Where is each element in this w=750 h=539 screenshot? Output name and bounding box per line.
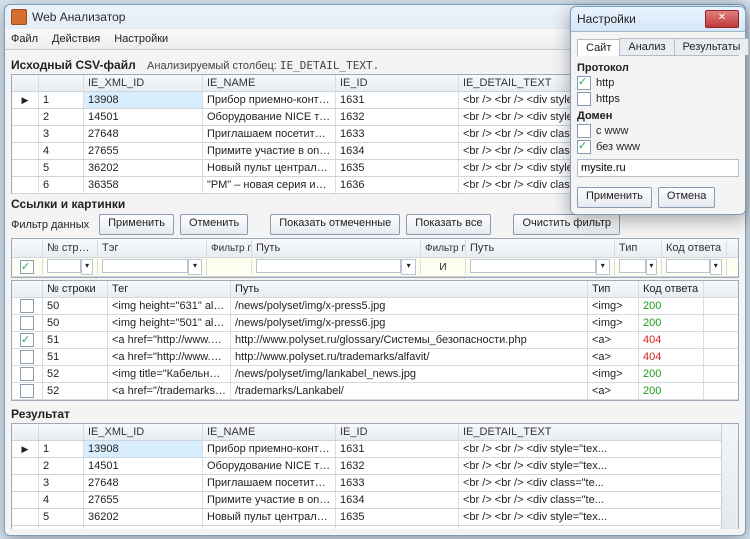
links-toolbar: Фильтр данных Применить Отменить Показат… xyxy=(11,214,739,235)
clear-filter-button[interactable]: Очистить фильтр xyxy=(513,214,620,235)
table-row[interactable]: 51<a href="http://www.polyset...http://w… xyxy=(12,332,738,349)
row-checkbox[interactable] xyxy=(20,316,34,330)
filter-label: Фильтр данных xyxy=(11,219,89,231)
http-checkbox[interactable] xyxy=(577,76,591,90)
table-row[interactable]: 427655Примите участие в online-...1634<b… xyxy=(12,492,738,509)
row-checkbox[interactable] xyxy=(20,333,34,347)
dialog-titlebar[interactable]: Настройки ✕ xyxy=(571,7,745,32)
row-checkbox[interactable] xyxy=(20,367,34,381)
table-row[interactable]: ▶113908Прибор приемно-контрол...1631<br … xyxy=(12,441,738,458)
filter-check-all[interactable] xyxy=(20,260,34,274)
show-marked-button[interactable]: Показать отмеченные xyxy=(270,214,400,235)
https-checkbox[interactable] xyxy=(577,92,591,106)
row-checkbox[interactable] xyxy=(20,384,34,398)
table-row[interactable]: 52<img title="Кабельная про.../news/poly… xyxy=(12,366,738,383)
scrollbar[interactable] xyxy=(721,424,738,529)
protocol-label: Протокол xyxy=(577,62,739,74)
col-ie-id[interactable]: IE_ID xyxy=(336,75,459,91)
links-filter-grid[interactable]: № строки Тэг Фильтр пути Путь Фильтр пут… xyxy=(11,238,739,278)
dialog-cancel-button[interactable]: Отмена xyxy=(658,187,715,208)
row-checkbox[interactable] xyxy=(20,299,34,313)
result-grid[interactable]: IE_XML_ID IE_NAME IE_ID IE_DETAIL_TEXT ▶… xyxy=(11,423,739,529)
cancel-filter-button[interactable]: Отменить xyxy=(180,214,248,235)
tab-analysis[interactable]: Анализ xyxy=(619,38,674,55)
filter-path2-input[interactable] xyxy=(470,259,596,273)
without-www-checkbox[interactable] xyxy=(577,140,591,154)
col-ie-xml-id[interactable]: IE_XML_ID xyxy=(84,75,203,91)
col-ie-name[interactable]: IE_NAME xyxy=(203,75,336,91)
domain-label: Домен xyxy=(577,110,739,122)
filter-row[interactable]: ▾ ▾ ▾ И ▾ ▾ ▾ xyxy=(12,258,738,277)
tab-results[interactable]: Результаты xyxy=(674,38,750,55)
table-row[interactable]: 50<img height="501" alt="Ко.../news/poly… xyxy=(12,315,738,332)
result-title: Результат xyxy=(11,407,739,421)
filter-path1-input[interactable] xyxy=(256,259,401,273)
table-row[interactable]: 51<a href="http://www.polyset...http://w… xyxy=(12,349,738,366)
table-row[interactable]: 536202Новый пульт централизов...1635<br … xyxy=(12,509,738,526)
table-row[interactable]: 52<a href="/trademarks/Lank.../trademark… xyxy=(12,383,738,400)
dialog-apply-button[interactable]: Применить xyxy=(577,187,652,208)
dialog-close-button[interactable]: ✕ xyxy=(705,10,739,28)
menu-file[interactable]: Файл xyxy=(11,33,38,45)
row-checkbox[interactable] xyxy=(20,350,34,364)
app-title: Web Анализатор xyxy=(32,10,651,24)
dropdown-icon[interactable]: ▾ xyxy=(81,259,93,275)
apply-filter-button[interactable]: Применить xyxy=(99,214,174,235)
links-grid[interactable]: № строки Тег Путь Тип Код ответа 50<img … xyxy=(11,280,739,401)
filter-type-input[interactable] xyxy=(619,259,646,273)
menu-actions[interactable]: Действия xyxy=(52,33,100,45)
filter-num-input[interactable] xyxy=(47,259,81,273)
table-row[interactable]: 214501Оборудование NICE тепер...1632<br … xyxy=(12,458,738,475)
settings-dialog[interactable]: Настройки ✕ Сайт Анализ Результаты Прото… xyxy=(570,6,746,215)
domain-input[interactable] xyxy=(577,159,739,177)
app-icon xyxy=(11,9,27,25)
table-row[interactable]: 327648Приглашаем посетить на...1633<br /… xyxy=(12,475,738,492)
tab-site[interactable]: Сайт xyxy=(577,39,620,56)
with-www-checkbox[interactable] xyxy=(577,124,591,138)
menu-settings[interactable]: Настройки xyxy=(114,33,168,45)
show-all-button[interactable]: Показать все xyxy=(406,214,491,235)
filter-tag-input[interactable] xyxy=(102,259,188,273)
table-row[interactable]: 50<img height="631" alt="Ко.../news/poly… xyxy=(12,298,738,315)
settings-tabs: Сайт Анализ Результаты xyxy=(577,38,739,56)
table-row[interactable]: 636358"РМ" – новая серия изве...1636<br … xyxy=(12,526,738,529)
filter-code-input[interactable] xyxy=(666,259,710,273)
